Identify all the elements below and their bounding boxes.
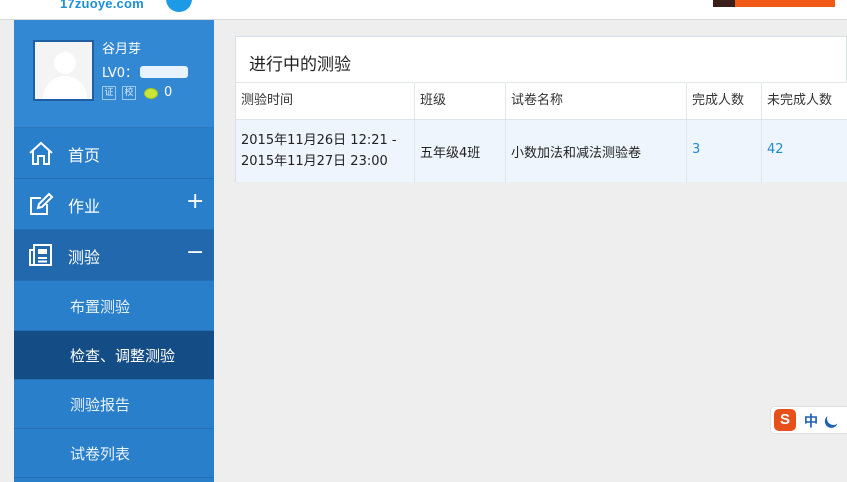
sub-item-paper-list[interactable]: 试卷列表 xyxy=(14,429,214,478)
user-name: 谷月芽 xyxy=(102,42,142,57)
class-name: 五年级4班 xyxy=(420,146,481,161)
top-action-icon xyxy=(713,0,735,7)
cell-class: 五年级4班 xyxy=(415,120,506,183)
uncompleted-count-link[interactable]: 42 xyxy=(767,142,784,157)
sogou-logo-icon[interactable]: S xyxy=(774,409,796,431)
sub-item-label: 试卷列表 xyxy=(70,445,131,463)
completed-count-link[interactable]: 3 xyxy=(692,142,700,157)
site-logo[interactable]: 17zuoye.com xyxy=(60,0,144,11)
nav-homework-label: 作业 xyxy=(68,197,101,216)
nav-test-label: 测验 xyxy=(68,248,101,267)
avatar-head-shape xyxy=(54,52,76,74)
time-start: 2015年11月26日 12:21 - xyxy=(241,133,397,148)
school-badge-icon[interactable]: 校 xyxy=(122,86,136,100)
column-header-class: 班级 xyxy=(415,83,506,119)
newspaper-icon xyxy=(29,244,52,266)
certified-badge-icon[interactable]: 证 xyxy=(102,86,116,100)
cell-time: 2015年11月26日 12:21 - 2015年11月27日 23:00 xyxy=(236,120,415,183)
user-profile: 谷月芽 LV0： 证 校 0 xyxy=(14,20,214,128)
top-bar: 17zuoye.com xyxy=(0,0,847,20)
sidebar: 谷月芽 LV0： 证 校 0 首页 作业 + 测验 − 布置测验 检查、调整测验… xyxy=(14,20,214,482)
user-level: LV0： xyxy=(102,66,138,81)
sub-item-label: 布置测验 xyxy=(70,298,131,316)
nav-test[interactable]: 测验 − xyxy=(14,230,214,281)
column-header-paper: 试卷名称 xyxy=(506,83,687,119)
sub-item-label: 测验报告 xyxy=(70,396,131,414)
ime-mode-toggle[interactable]: 中 xyxy=(804,411,818,431)
table-row[interactable]: 2015年11月26日 12:21 - 2015年11月27日 23:00 五年… xyxy=(236,119,847,183)
sub-item-test-report[interactable]: 测验报告 xyxy=(14,380,214,429)
sub-item-assign-test[interactable]: 布置测验 xyxy=(14,282,214,331)
column-header-completed: 完成人数 xyxy=(687,83,762,119)
ongoing-tests-panel: 进行中的测验 测验时间 班级 试卷名称 完成人数 未完成人数 2015年11月2… xyxy=(235,36,847,183)
edit-icon xyxy=(30,192,54,215)
column-header-time: 测验时间 xyxy=(236,83,415,119)
sub-item-label: 检查、调整测验 xyxy=(70,347,176,365)
panel-title: 进行中的测验 xyxy=(249,55,351,75)
cell-paper: 小数加法和减法测验卷 xyxy=(506,120,687,183)
column-header-uncompleted: 未完成人数 xyxy=(762,83,847,119)
collapse-minus-icon[interactable]: − xyxy=(186,240,204,266)
nav-homework[interactable]: 作业 + xyxy=(14,179,214,230)
cell-completed: 3 xyxy=(687,120,762,183)
moon-icon[interactable] xyxy=(825,410,842,427)
ime-toolbar[interactable]: S 中 xyxy=(770,406,847,434)
coin-count: 0 xyxy=(164,85,173,100)
paper-name: 小数加法和减法测验卷 xyxy=(511,146,642,161)
cell-uncompleted: 42 xyxy=(762,120,847,183)
nav-home-label: 首页 xyxy=(68,146,101,165)
coin-icon xyxy=(144,88,158,99)
time-end: 2015年11月27日 23:00 xyxy=(241,154,388,169)
avatar-body-shape xyxy=(43,76,87,99)
nav-home[interactable]: 首页 xyxy=(14,128,214,179)
level-progress-bar xyxy=(140,66,188,78)
logo-circle-icon xyxy=(166,0,192,12)
home-icon xyxy=(29,141,53,165)
avatar[interactable] xyxy=(33,40,94,101)
expand-plus-icon[interactable]: + xyxy=(186,189,204,215)
sub-item-check-test[interactable]: 检查、调整测验 xyxy=(14,331,214,380)
